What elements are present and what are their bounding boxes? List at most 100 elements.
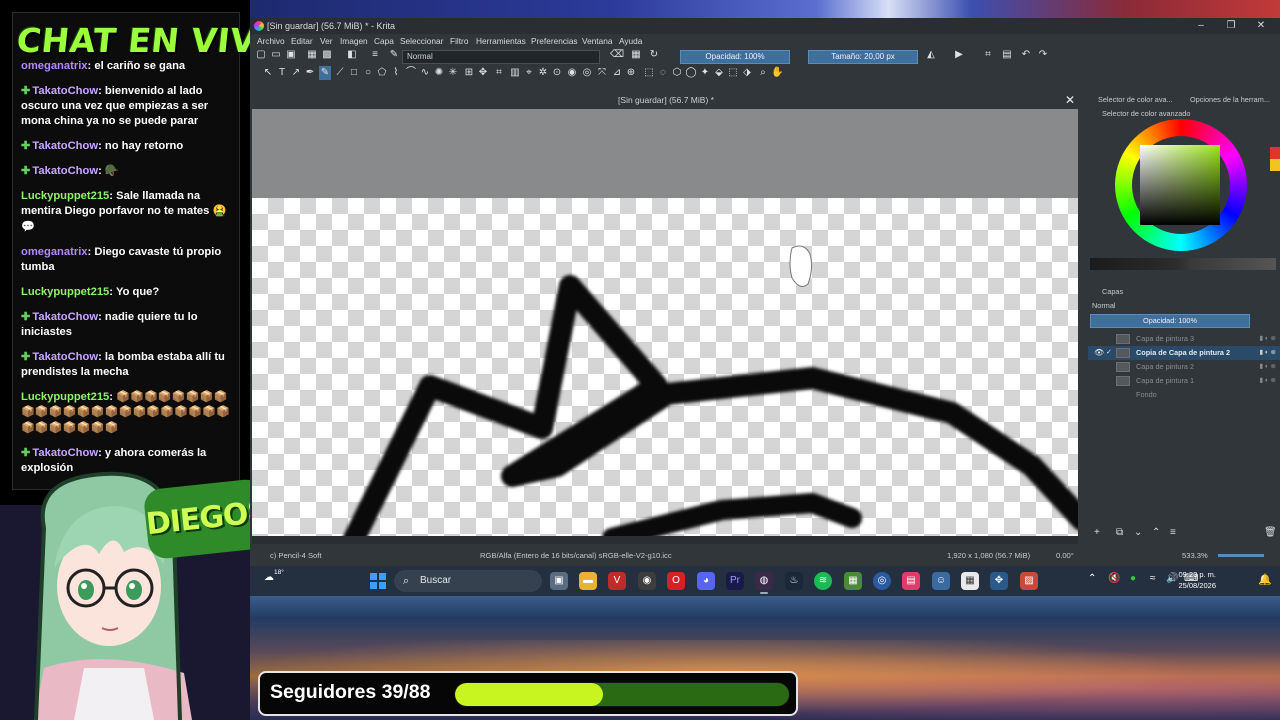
bezier-select-icon[interactable]: ⬚ (727, 66, 739, 80)
menu-preferencias[interactable]: Preferencias (531, 34, 578, 48)
measure-tool-icon[interactable]: ⊿ (611, 66, 623, 80)
menu-seleccionar[interactable]: Seleccionar (400, 34, 443, 48)
visibility-eye-icon[interactable]: 👁 (1094, 346, 1104, 360)
color-picker-icon[interactable]: ⌖ (523, 66, 535, 80)
rect-select-icon[interactable]: ⬚ (643, 66, 655, 80)
tray-chevron-icon[interactable]: ⌃ (1088, 573, 1096, 584)
taskbar-clock[interactable]: 09:23 p. m. 25/08/2026 (1176, 569, 1216, 591)
menu-capa[interactable]: Capa (374, 34, 394, 48)
ellipse-select-icon[interactable]: ◌ (657, 66, 669, 80)
freehand-path-icon[interactable]: ∿ (419, 66, 431, 80)
taskbar-search[interactable]: ⌕ Buscar (394, 570, 542, 592)
layer-flags-icon[interactable]: ▮ ◐ ⊗ (1259, 346, 1276, 360)
steam-icon[interactable]: ♨ (785, 572, 803, 590)
freehand-brush-icon[interactable]: ✎ (319, 66, 331, 80)
minecraft-icon[interactable]: ▦ (844, 572, 862, 590)
color-shade-bar[interactable] (1090, 258, 1276, 270)
crop-icon[interactable]: ⌗ (982, 48, 994, 62)
canvas-scrollbar[interactable] (252, 536, 1078, 544)
start-button-icon[interactable] (370, 573, 386, 589)
preserve-alpha-icon[interactable]: ▦ (630, 48, 642, 62)
app-icon-2[interactable]: ▨ (1020, 572, 1038, 590)
zoom-tool-icon[interactable]: ⌕ (757, 66, 769, 80)
layer-flags-icon[interactable]: ▮ ◐ ⊗ (1259, 332, 1276, 346)
ellipse-tool-icon[interactable]: ○ (362, 66, 374, 80)
layer-row-active[interactable]: 👁 ✓ Copia de Capa de pintura 2 ▮ ◐ ⊗ (1088, 346, 1280, 360)
move-layer-up-icon[interactable]: ⌃ (1152, 526, 1160, 540)
gradient-tool-icon[interactable]: ▥ (509, 66, 521, 80)
line-tool-icon[interactable]: ⟋ (334, 66, 346, 80)
menu-filtro[interactable]: Filtro (450, 34, 468, 48)
layer-opacity-slider[interactable]: Opacidad: 100% (1090, 314, 1250, 328)
mirror-vertical-icon[interactable]: ▶ (953, 48, 965, 62)
select-tool-icon[interactable]: ↖ (262, 66, 274, 80)
store-icon[interactable]: ▤ (902, 572, 920, 590)
smart-patch-icon[interactable]: ⊙ (551, 66, 563, 80)
menu-ventana[interactable]: Ventana (582, 34, 612, 48)
pattern-icon[interactable]: ▩ (321, 48, 333, 62)
multibrush-icon[interactable]: ✳ (447, 66, 459, 80)
edit-shapes-icon[interactable]: ↗ (290, 66, 302, 80)
opacity-slider[interactable]: Opacidad: 100% (680, 50, 790, 64)
text-tool-icon[interactable]: T (276, 66, 288, 80)
crop-tool-icon[interactable]: ⌗ (493, 66, 505, 80)
brush-size-slider[interactable]: Tamaño: 20,00 px (808, 50, 918, 64)
polyline-tool-icon[interactable]: ⌇ (390, 66, 402, 80)
maximize-icon[interactable]: ❐ (1216, 18, 1246, 34)
tab-color-selector[interactable]: Selector de color ava... (1098, 92, 1173, 107)
mute-icon[interactable]: 🔇 (1108, 573, 1120, 584)
pan-tool-icon[interactable]: ✋ (771, 66, 783, 80)
dynamic-brush-icon[interactable]: ✺ (433, 66, 445, 80)
gradient-icon[interactable]: ▦ (306, 48, 318, 62)
tab-tool-options[interactable]: Opciones de la herram... (1190, 92, 1270, 107)
rectangle-tool-icon[interactable]: □ (348, 66, 360, 80)
wifi-icon[interactable]: ≈ (1150, 573, 1156, 584)
polygon-select-icon[interactable]: ⬡ (671, 66, 683, 80)
reload-preset-icon[interactable]: ↻ (648, 48, 660, 62)
layer-check-icon[interactable]: ✓ (1106, 346, 1112, 360)
mirror-horizontal-icon[interactable]: ◭ (925, 48, 937, 62)
menu-editar[interactable]: Editar (291, 34, 313, 48)
menu-ayuda[interactable]: Ayuda (619, 34, 642, 48)
calligraphy-icon[interactable]: ✒ (304, 66, 316, 80)
contiguous-select-icon[interactable]: ✦ (699, 66, 711, 80)
menu-ver[interactable]: Ver (320, 34, 332, 48)
reference-tool-icon[interactable]: ⊕ (625, 66, 637, 80)
transform-tool-icon[interactable]: ⊞ (463, 66, 475, 80)
layer-blend-mode-select[interactable]: Normal (1090, 300, 1260, 312)
layer-flags-icon[interactable]: ▮ ◐ ⊗ (1259, 360, 1276, 374)
zoom-slider[interactable] (1218, 554, 1264, 557)
valorant-icon[interactable]: V (608, 572, 626, 590)
task-view-icon[interactable]: ▣ (550, 572, 568, 590)
close-icon[interactable]: ✕ (1246, 18, 1276, 34)
delete-layer-icon[interactable]: 🗑 (1264, 526, 1277, 540)
obs-icon[interactable]: ◎ (873, 572, 891, 590)
brush-preset-icon[interactable]: ≡ (369, 48, 381, 62)
similar-select-icon[interactable]: ⬙ (713, 66, 725, 80)
game-app-icon[interactable]: ◉ (638, 572, 656, 590)
close-document-icon[interactable]: ✕ (1065, 92, 1075, 108)
mic-icon[interactable]: ● (1130, 573, 1136, 584)
eraser-icon[interactable]: ⌫ (610, 48, 624, 62)
undo-icon[interactable]: ↶ (1020, 48, 1032, 62)
color-history-swatch[interactable] (1270, 147, 1280, 171)
calendar-app-icon[interactable]: ▦ (961, 572, 979, 590)
menu-imagen[interactable]: Imagen (340, 34, 368, 48)
brush-editor-icon[interactable]: ✎ (388, 48, 400, 62)
drawing-canvas[interactable] (252, 198, 1078, 536)
freehand-select-icon[interactable]: ◯ (685, 66, 697, 80)
layer-row[interactable]: Capa de pintura 1 ▮ ◐ ⊗ (1088, 374, 1280, 388)
layer-row[interactable]: Fondo (1088, 388, 1280, 402)
layer-flags-icon[interactable]: ▮ ◐ ⊗ (1259, 374, 1276, 388)
color-swap-icon[interactable]: ◧ (346, 48, 358, 62)
move-layer-down-icon[interactable]: ⌄ (1134, 526, 1142, 540)
bezier-tool-icon[interactable]: ⌒ (405, 66, 417, 80)
blend-mode-select[interactable]: Normal (402, 50, 600, 64)
premiere-icon[interactable]: Pr (726, 572, 744, 590)
file-explorer-icon[interactable]: ▬ (579, 572, 597, 590)
enclose-fill-icon[interactable]: ◎ (581, 66, 593, 80)
spotify-icon[interactable]: ≋ (814, 572, 832, 590)
magnetic-select-icon[interactable]: ⬗ (741, 66, 753, 80)
assistant-tool-icon[interactable]: ⤧ (596, 66, 608, 80)
colorize-mask-icon[interactable]: ✲ (537, 66, 549, 80)
